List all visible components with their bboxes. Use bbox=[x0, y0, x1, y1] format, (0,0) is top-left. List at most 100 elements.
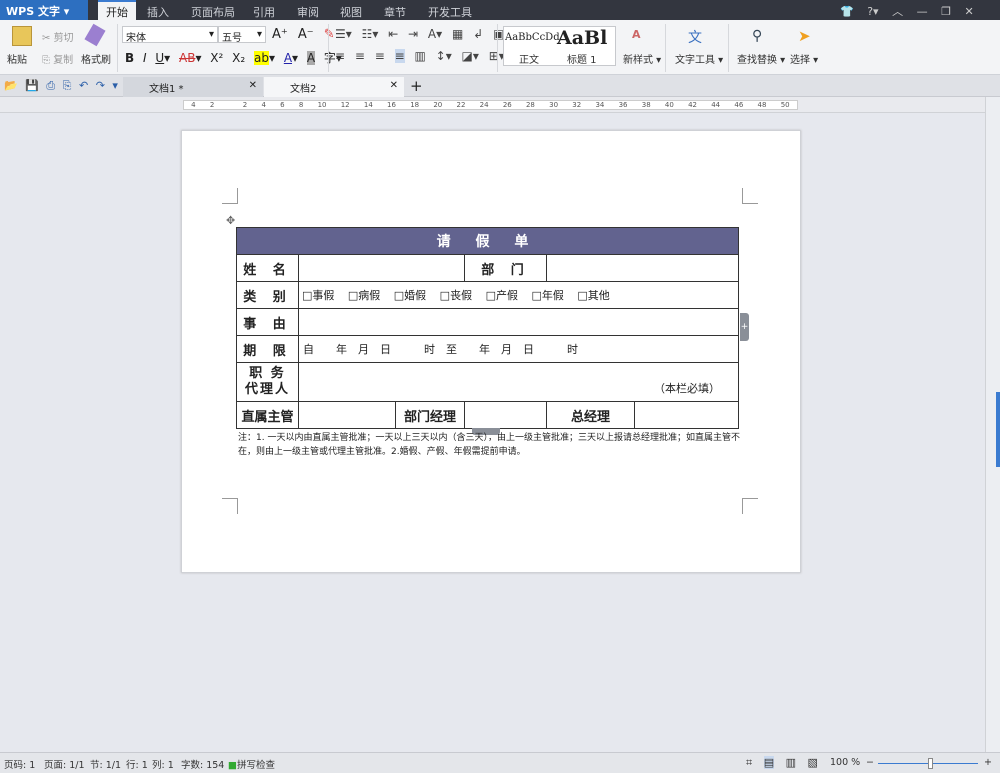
format-painter-button[interactable]: 格式刷 bbox=[81, 51, 111, 66]
dept-manager-field[interactable] bbox=[464, 401, 547, 429]
supervisor-field[interactable] bbox=[298, 401, 396, 429]
period-field[interactable]: 自 年 月 日 时 至 年 月 日 时 bbox=[298, 335, 739, 363]
label-agent: 职 务 代理人 bbox=[236, 362, 299, 402]
ruler-tick: 4 bbox=[261, 101, 265, 109]
status-pages: 页面: 1/1 bbox=[44, 757, 85, 771]
type-option[interactable]: □事假 bbox=[302, 289, 348, 302]
close-tab-icon[interactable]: ✕ bbox=[390, 80, 398, 91]
tab-chapter[interactable]: 章节 bbox=[384, 0, 406, 20]
ruler-tick: 28 bbox=[526, 101, 535, 109]
agent-note: （本栏必填） bbox=[654, 380, 720, 396]
divider bbox=[728, 24, 729, 72]
spell-check-button[interactable]: ■拼写检查 bbox=[228, 757, 275, 771]
divider bbox=[665, 24, 666, 72]
paste-button[interactable]: 粘贴 bbox=[7, 51, 27, 66]
tab-insert[interactable]: 插入 bbox=[147, 0, 169, 20]
ruler-tick: 24 bbox=[480, 101, 489, 109]
dept-field[interactable] bbox=[546, 254, 739, 282]
new-tab-button[interactable]: + bbox=[410, 77, 423, 95]
divider bbox=[117, 24, 118, 72]
style-h1[interactable]: 标题 1 bbox=[567, 51, 597, 66]
label-dept-manager: 部门经理 bbox=[395, 401, 465, 429]
copy-button[interactable]: ⎘ 复制 bbox=[42, 51, 73, 66]
binoculars-icon[interactable]: ⚲ bbox=[752, 28, 762, 44]
app-menu-button[interactable]: WPS 文字 ▾ bbox=[0, 0, 88, 20]
font-size-select[interactable]: 五号▾ bbox=[218, 26, 266, 43]
form-title: 请 假 单 bbox=[236, 227, 739, 255]
ruler-tick: 38 bbox=[642, 101, 651, 109]
ruler-tick: 34 bbox=[595, 101, 604, 109]
name-field[interactable] bbox=[298, 254, 465, 282]
find-replace-button[interactable]: 查找替换 ▾ bbox=[737, 51, 785, 66]
type-option[interactable]: □婚假 bbox=[394, 289, 440, 302]
zoom-level[interactable]: 100 % bbox=[830, 757, 860, 768]
text-tools-icon[interactable]: 文 bbox=[688, 27, 702, 47]
tab-review[interactable]: 审阅 bbox=[297, 0, 319, 20]
ruler-tick: 30 bbox=[549, 101, 558, 109]
collapse-icon[interactable]: ︿ bbox=[892, 5, 903, 18]
font-select[interactable]: 宋体▾ bbox=[122, 26, 218, 43]
restore-icon[interactable]: ❐ bbox=[941, 5, 951, 18]
zoom-in-button[interactable]: + bbox=[984, 757, 992, 768]
reason-field[interactable] bbox=[298, 308, 739, 336]
ruler-tick: 22 bbox=[457, 101, 466, 109]
skin-icon[interactable]: 👕 bbox=[840, 5, 854, 18]
tab-doc2[interactable]: 文档2✕ bbox=[264, 77, 404, 97]
add-column-button[interactable]: + bbox=[740, 313, 749, 341]
status-words: 字数: 154 bbox=[181, 757, 224, 771]
style-normal[interactable]: 正文 bbox=[519, 51, 539, 66]
tab-doc1[interactable]: 文档1 *✕ bbox=[123, 77, 263, 97]
window-controls[interactable]: 👕 ?▾ ︿ — ❐ ✕ bbox=[840, 3, 974, 19]
agent-field[interactable]: （本栏必填） bbox=[298, 362, 739, 402]
align-buttons[interactable]: ≡ ≡ ≡ ≡ ▥ ↕▾ ◪▾ ⊞▾ bbox=[335, 49, 505, 63]
ruler-tick: 20 bbox=[433, 101, 442, 109]
scroll-thumb[interactable] bbox=[996, 392, 1000, 467]
quick-access-toolbar[interactable]: 📂 💾 ⎙ ⎘ ↶ ↷ ▾ bbox=[4, 79, 118, 93]
zoom-out-button[interactable]: − bbox=[866, 757, 874, 768]
tab-layout[interactable]: 页面布局 bbox=[191, 0, 235, 20]
tab-view[interactable]: 视图 bbox=[340, 0, 362, 20]
help-icon[interactable]: ?▾ bbox=[867, 5, 878, 18]
style-h1-preview[interactable]: AaBl bbox=[557, 27, 607, 49]
ruler-tick: 42 bbox=[688, 101, 697, 109]
type-option[interactable]: □其他 bbox=[577, 289, 609, 302]
zoom-slider-thumb[interactable] bbox=[928, 758, 933, 769]
label-name: 姓 名 bbox=[236, 254, 299, 282]
select-button[interactable]: 选择 ▾ bbox=[790, 51, 818, 66]
text-tools-button[interactable]: 文字工具 ▾ bbox=[675, 51, 723, 66]
font-style-buttons[interactable]: B I U▾ AB▾ X² X₂ ab▾ A▾ A 字▾ bbox=[125, 49, 342, 66]
style-normal-preview[interactable]: AaBbCcDd bbox=[505, 32, 560, 43]
table-move-handle[interactable]: ✥ bbox=[226, 214, 235, 227]
ruler-tick: 36 bbox=[619, 101, 628, 109]
type-option[interactable]: □病假 bbox=[348, 289, 394, 302]
ruler-tick: 50 bbox=[781, 101, 790, 109]
cursor-icon[interactable]: ➤ bbox=[798, 27, 811, 45]
type-options[interactable]: □事假 □病假 □婚假 □丧假 □产假 □年假 □其他 bbox=[298, 281, 739, 309]
paragraph-buttons[interactable]: ☰▾ ☷▾ ⇤ ⇥ A▾ ▦ ↲ ▣ bbox=[335, 27, 504, 41]
ruler-tick: 40 bbox=[665, 101, 674, 109]
ruler-tick: 12 bbox=[341, 101, 350, 109]
font-size-buttons[interactable]: A⁺ A⁻ ✎ bbox=[272, 27, 335, 42]
vertical-scrollbar[interactable] bbox=[985, 97, 1000, 752]
new-style-button[interactable]: 新样式 ▾ bbox=[623, 51, 661, 66]
type-option[interactable]: □丧假 bbox=[440, 289, 486, 302]
new-style-icon[interactable]: A bbox=[632, 28, 641, 41]
view-mode-buttons[interactable]: ⌗ ▤ ▥ ▧ bbox=[746, 756, 818, 770]
tab-start[interactable]: 开始 bbox=[98, 0, 136, 20]
ruler-tick: 14 bbox=[364, 101, 373, 109]
close-icon[interactable]: ✕ bbox=[964, 5, 973, 18]
margin-mark bbox=[742, 498, 758, 514]
ruler-scale[interactable]: 4224681012141618202224262830323436384042… bbox=[183, 100, 798, 110]
type-option[interactable]: □产假 bbox=[486, 289, 532, 302]
ruler-tick: 16 bbox=[387, 101, 396, 109]
minimize-icon[interactable]: — bbox=[917, 5, 928, 18]
paste-icon[interactable] bbox=[12, 26, 32, 46]
ruler-tick: 32 bbox=[572, 101, 581, 109]
status-page-no: 页码: 1 bbox=[4, 757, 35, 771]
tab-references[interactable]: 引用 bbox=[253, 0, 275, 20]
cut-button[interactable]: ✂ 剪切 bbox=[42, 29, 74, 44]
close-tab-icon[interactable]: ✕ bbox=[249, 80, 257, 91]
type-option[interactable]: □年假 bbox=[531, 289, 577, 302]
gm-field[interactable] bbox=[634, 401, 739, 429]
tab-developer[interactable]: 开发工具 bbox=[428, 0, 472, 20]
